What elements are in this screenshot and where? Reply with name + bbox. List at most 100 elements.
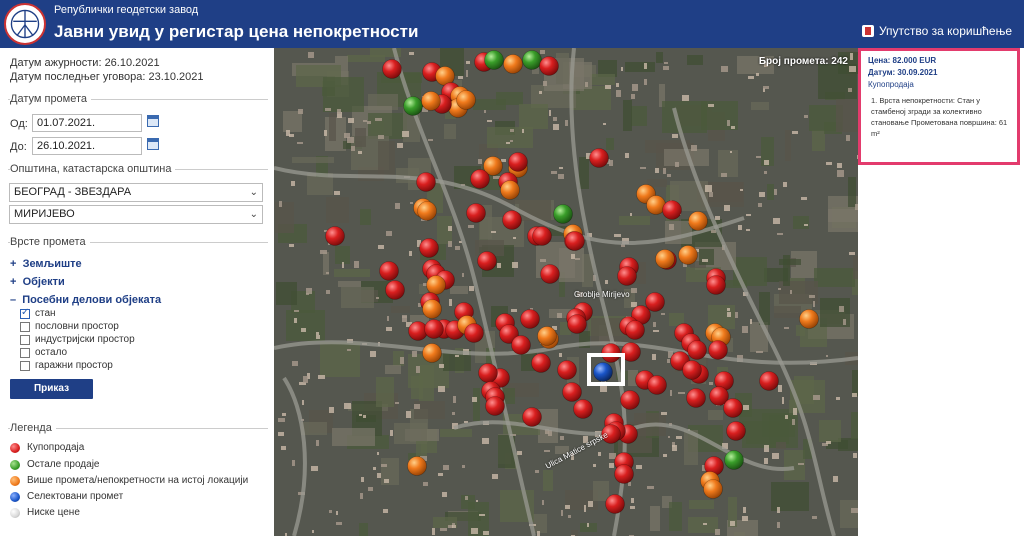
sale-marker[interactable] [682,360,702,380]
calendar-icon[interactable] [147,138,159,150]
sale-marker[interactable] [662,200,682,220]
multiple-transactions-marker[interactable] [537,326,557,346]
checkbox[interactable] [20,347,30,358]
category-land[interactable]: + Земљиште [10,258,82,270]
sale-marker[interactable] [614,464,634,484]
sale-marker[interactable] [723,398,743,418]
sale-marker[interactable] [466,203,486,223]
building-roof [289,244,294,247]
sale-marker[interactable] [532,226,552,246]
sale-marker[interactable] [520,309,540,329]
sale-marker[interactable] [567,314,587,334]
other-sale-marker[interactable] [724,450,744,470]
sale-marker[interactable] [478,363,498,383]
help-link[interactable]: Упутство за коришћење [861,24,1012,38]
multiple-transactions-marker[interactable] [426,275,446,295]
from-date-input[interactable] [32,114,142,132]
cadastral-select[interactable]: МИРИЈЕВО ⌄ [9,205,263,224]
multiple-transactions-marker[interactable] [407,456,427,476]
sale-marker[interactable] [605,494,625,514]
sale-marker[interactable] [511,335,531,355]
sale-marker[interactable] [565,231,585,251]
sale-marker[interactable] [557,360,577,380]
multiple-transactions-marker[interactable] [421,91,441,111]
sale-marker[interactable] [647,375,667,395]
terrain-patch [444,124,456,139]
sale-marker[interactable] [385,280,405,300]
checkbox[interactable] [20,360,30,371]
sale-marker[interactable] [424,319,444,339]
checkbox-checked[interactable] [20,307,30,319]
terrain-patch [368,113,407,139]
checkbox-apartment[interactable]: стан [20,307,56,319]
checkbox-business[interactable]: пословни простор [20,321,119,332]
multiple-transactions-marker[interactable] [422,343,442,363]
building-roof [409,52,414,55]
building-roof [308,52,314,58]
building-roof [553,124,559,130]
multiple-transactions-marker[interactable] [503,54,523,74]
multiple-transactions-marker[interactable] [703,479,723,499]
sale-marker[interactable] [508,152,528,172]
sale-marker[interactable] [531,353,551,373]
multiple-transactions-marker[interactable] [417,201,437,221]
to-date-input[interactable] [32,137,142,155]
municipality-select[interactable]: БЕОГРАД - ЗВЕЗДАРА ⌄ [9,183,263,202]
sale-marker[interactable] [540,264,560,284]
sale-marker[interactable] [502,210,522,230]
sale-marker[interactable] [625,320,645,340]
satellite-map[interactable] [274,48,858,536]
sale-marker[interactable] [573,399,593,419]
sale-marker[interactable] [379,261,399,281]
sale-marker[interactable] [562,382,582,402]
calendar-icon[interactable] [147,115,159,127]
sale-marker[interactable] [464,323,484,343]
checkbox-garage[interactable]: гаражни простор [20,360,113,371]
multiple-transactions-marker[interactable] [500,180,520,200]
map-view[interactable]: Број промета: 242 Groblje Mirijevo Ulica… [274,48,858,536]
sale-marker[interactable] [416,172,436,192]
building-roof [410,202,413,204]
checkbox[interactable] [20,334,30,345]
terrain-patch [334,269,370,277]
multiple-transactions-marker[interactable] [799,309,819,329]
sale-marker[interactable] [687,340,707,360]
checkbox-industrial[interactable]: индустријски простор [20,334,135,345]
category-objects[interactable]: + Објекти [10,276,65,288]
building-roof [721,173,727,177]
building-roof [672,445,677,451]
show-results-button[interactable]: Приказ резултата [10,379,93,414]
multiple-transactions-marker[interactable] [456,90,476,110]
multiple-transactions-marker[interactable] [422,299,442,319]
sale-marker[interactable] [708,340,728,360]
sale-marker[interactable] [759,371,779,391]
sale-marker[interactable] [522,407,542,427]
sale-marker[interactable] [620,390,640,410]
multiple-transactions-marker[interactable] [655,249,675,269]
sale-marker[interactable] [325,226,345,246]
building-roof [484,110,486,113]
building-roof [479,514,485,516]
sale-marker[interactable] [726,421,746,441]
sale-marker[interactable] [686,388,706,408]
other-sale-marker[interactable] [484,50,504,70]
category-special-parts[interactable]: – Посебни делови објеката [10,294,161,306]
sale-marker[interactable] [706,275,726,295]
sale-marker[interactable] [382,59,402,79]
sale-marker[interactable] [589,148,609,168]
other-sale-marker[interactable] [403,96,423,116]
checkbox[interactable] [20,321,30,332]
multiple-transactions-marker[interactable] [678,245,698,265]
checkbox-other[interactable]: остало [20,347,67,358]
sale-marker[interactable] [485,396,505,416]
terrain-patch [341,287,374,308]
other-sale-marker[interactable] [522,50,542,70]
selected-marker[interactable] [593,362,613,382]
multiple-transactions-marker[interactable] [688,211,708,231]
sale-marker[interactable] [539,56,559,76]
other-sale-marker[interactable] [553,204,573,224]
sale-marker[interactable] [419,238,439,258]
sale-marker[interactable] [470,169,490,189]
sale-marker[interactable] [477,251,497,271]
sale-marker[interactable] [617,266,637,286]
